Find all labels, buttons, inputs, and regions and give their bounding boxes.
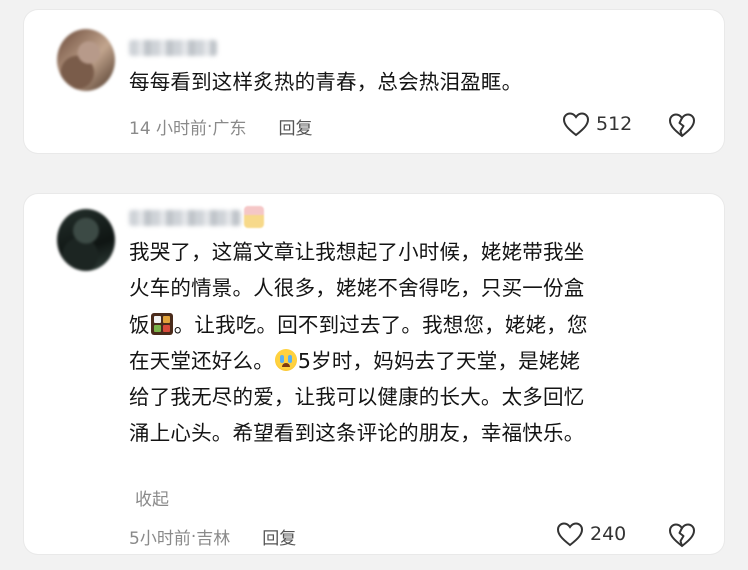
comment-text: 我哭了，这篇文章让我想起了小时候，姥姥带我坐 火车的情景。人很多，姥姥不舍得吃，… bbox=[129, 234, 588, 452]
heart-outline-icon bbox=[562, 112, 590, 137]
broken-heart-icon[interactable] bbox=[668, 522, 696, 548]
broken-heart-icon[interactable] bbox=[668, 112, 696, 138]
bento-box-emoji bbox=[150, 312, 173, 335]
comment-line: 我哭了，这篇文章让我想起了小时候，姥姥带我坐 bbox=[129, 240, 585, 264]
collapse-button[interactable]: 收起 bbox=[135, 485, 169, 510]
avatar[interactable] bbox=[57, 29, 115, 91]
comment-card: 我哭了，这篇文章让我想起了小时候，姥姥带我坐 火车的情景。人很多，姥姥不舍得吃，… bbox=[24, 194, 724, 554]
avatar[interactable] bbox=[57, 209, 115, 271]
comment-location: 广东 bbox=[212, 119, 247, 139]
comment-meta: 5小时前 · 吉林 回复 bbox=[129, 524, 296, 550]
comment-time: 14 小时前 bbox=[129, 119, 208, 139]
username-blurred[interactable] bbox=[129, 40, 217, 56]
comment-line: 饭。让我吃。回不到过去了。我想您，姥姥，您 bbox=[129, 312, 588, 337]
comment-line: 在天堂还好么。 5岁时，妈妈去了天堂，是姥姥 bbox=[129, 348, 581, 373]
crying-face-emoji bbox=[274, 348, 297, 371]
reply-button[interactable]: 回复 bbox=[262, 524, 296, 549]
like-count: 240 bbox=[590, 523, 627, 545]
comment-card: 每每看到这样炙热的青春，总会热泪盈眶。 14 小时前 · 广东 回复 512 bbox=[24, 10, 724, 153]
like-count: 512 bbox=[596, 113, 633, 135]
user-badge-icon bbox=[244, 206, 264, 228]
comment-line: 每每看到这样炙热的青春，总会热泪盈眶。 bbox=[129, 70, 523, 94]
heart-outline-icon bbox=[556, 522, 584, 547]
username-blurred[interactable] bbox=[129, 210, 241, 226]
comment-time: 5小时前 bbox=[129, 529, 191, 549]
comment-line: 给了我无尽的爱，让我可以健康的长大。太多回忆 bbox=[129, 385, 585, 410]
comment-location: 吉林 bbox=[196, 529, 231, 549]
comment-meta: 14 小时前 · 广东 回复 bbox=[129, 114, 312, 140]
reply-button[interactable]: 回复 bbox=[278, 114, 312, 139]
comment-text: 每每看到这样炙热的青春，总会热泪盈眶。 bbox=[129, 67, 522, 98]
comment-line: 涌上心头。希望看到这条评论的朋友，幸福快乐。 bbox=[129, 421, 585, 446]
like-button[interactable]: 512 bbox=[562, 111, 632, 137]
like-button[interactable]: 240 bbox=[556, 521, 626, 547]
comment-line: 火车的情景。人很多，姥姥不舍得吃，只买一份盒 bbox=[129, 276, 585, 301]
